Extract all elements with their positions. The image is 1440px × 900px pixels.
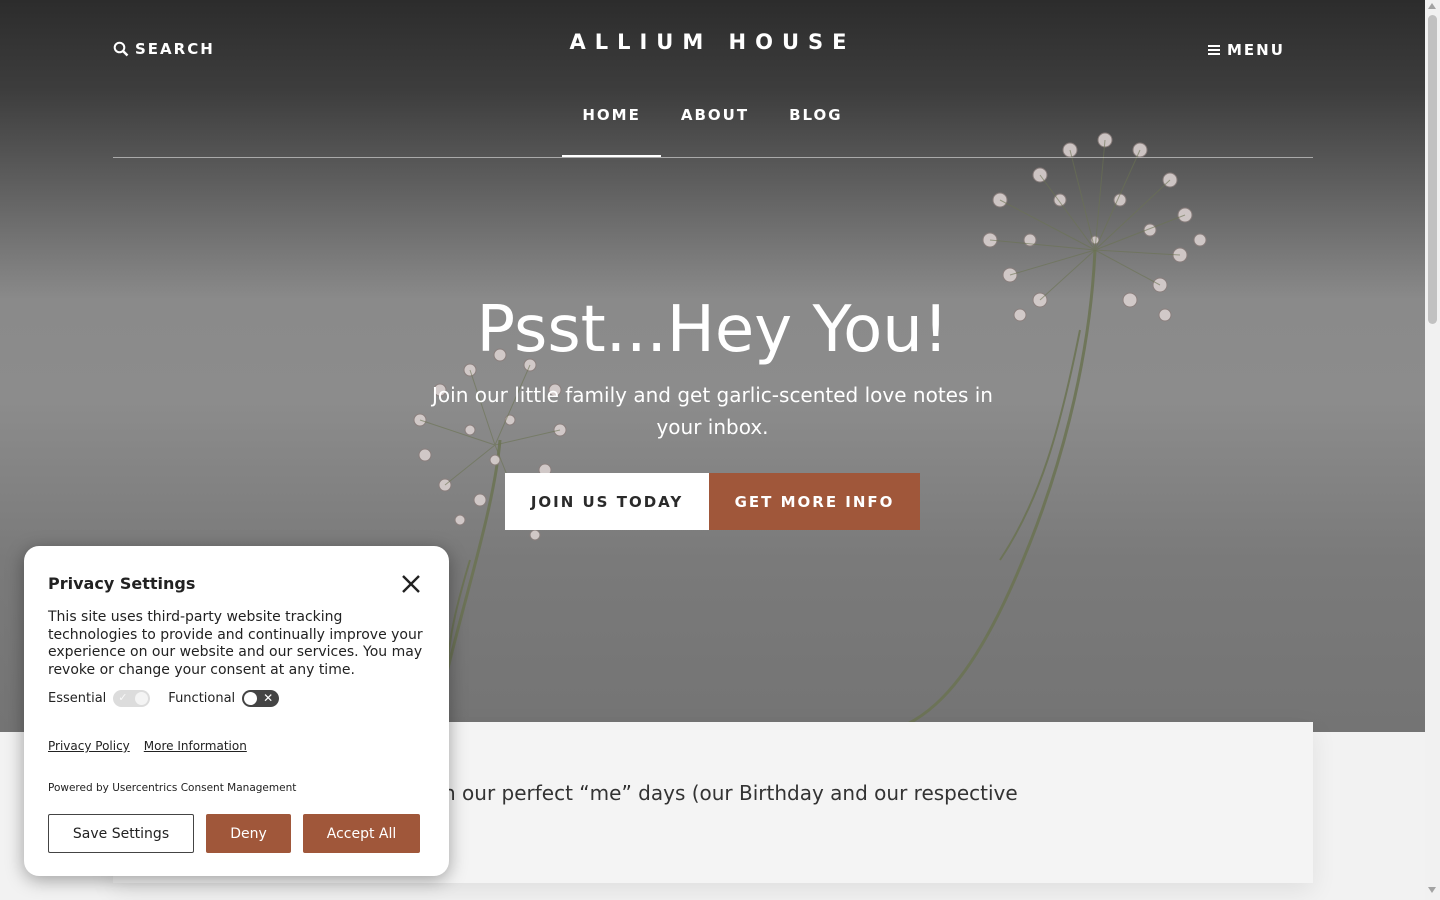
join-us-button[interactable]: JOIN US TODAY	[505, 473, 709, 530]
functional-toggle[interactable]: ✕	[242, 690, 280, 707]
scroll-down-arrow-icon[interactable]	[1428, 887, 1436, 893]
nav-item-about[interactable]: ABOUT	[661, 106, 769, 157]
essential-toggle: ✓	[113, 690, 151, 707]
consent-toggles: Essential ✓ Functional ✕	[48, 690, 280, 707]
save-settings-button[interactable]: Save Settings	[48, 814, 194, 853]
hamburger-icon	[1208, 45, 1220, 55]
privacy-settings-dialog: Privacy Settings This site uses third-pa…	[24, 546, 449, 876]
menu-label: MENU	[1227, 41, 1285, 59]
x-icon: ✕	[263, 691, 274, 705]
essential-label: Essential	[48, 691, 107, 706]
hero-title: Psst...Hey You!	[476, 293, 949, 367]
hero-buttons: JOIN US TODAY GET MORE INFO	[505, 473, 920, 530]
check-icon: ✓	[118, 691, 128, 704]
more-information-link[interactable]: More Information	[144, 739, 247, 753]
menu-button[interactable]: MENU	[1208, 41, 1285, 59]
get-more-info-button[interactable]: GET MORE INFO	[709, 473, 920, 530]
accept-all-button[interactable]: Accept All	[303, 814, 420, 853]
nav-divider	[113, 157, 1313, 158]
privacy-links: Privacy Policy More Information	[48, 739, 247, 753]
content-text: n our perfect “me” days (our Birthday an…	[443, 781, 1018, 805]
nav-item-home[interactable]: HOME	[562, 106, 662, 157]
close-icon[interactable]	[400, 573, 422, 595]
scrollbar-thumb[interactable]	[1428, 15, 1437, 324]
privacy-policy-link[interactable]: Privacy Policy	[48, 739, 130, 753]
main-nav: HOME ABOUT BLOG	[0, 106, 1425, 157]
privacy-title: Privacy Settings	[48, 574, 196, 593]
nav-item-blog[interactable]: BLOG	[769, 106, 863, 157]
privacy-body: This site uses third-party website track…	[48, 609, 423, 678]
functional-label: Functional	[168, 691, 236, 706]
hero-subtitle: Join our little family and get garlic-sc…	[432, 383, 993, 439]
deny-button[interactable]: Deny	[206, 814, 291, 853]
powered-by-text: Powered by Usercentrics Consent Manageme…	[48, 782, 297, 794]
scroll-up-arrow-icon[interactable]	[1428, 3, 1436, 9]
